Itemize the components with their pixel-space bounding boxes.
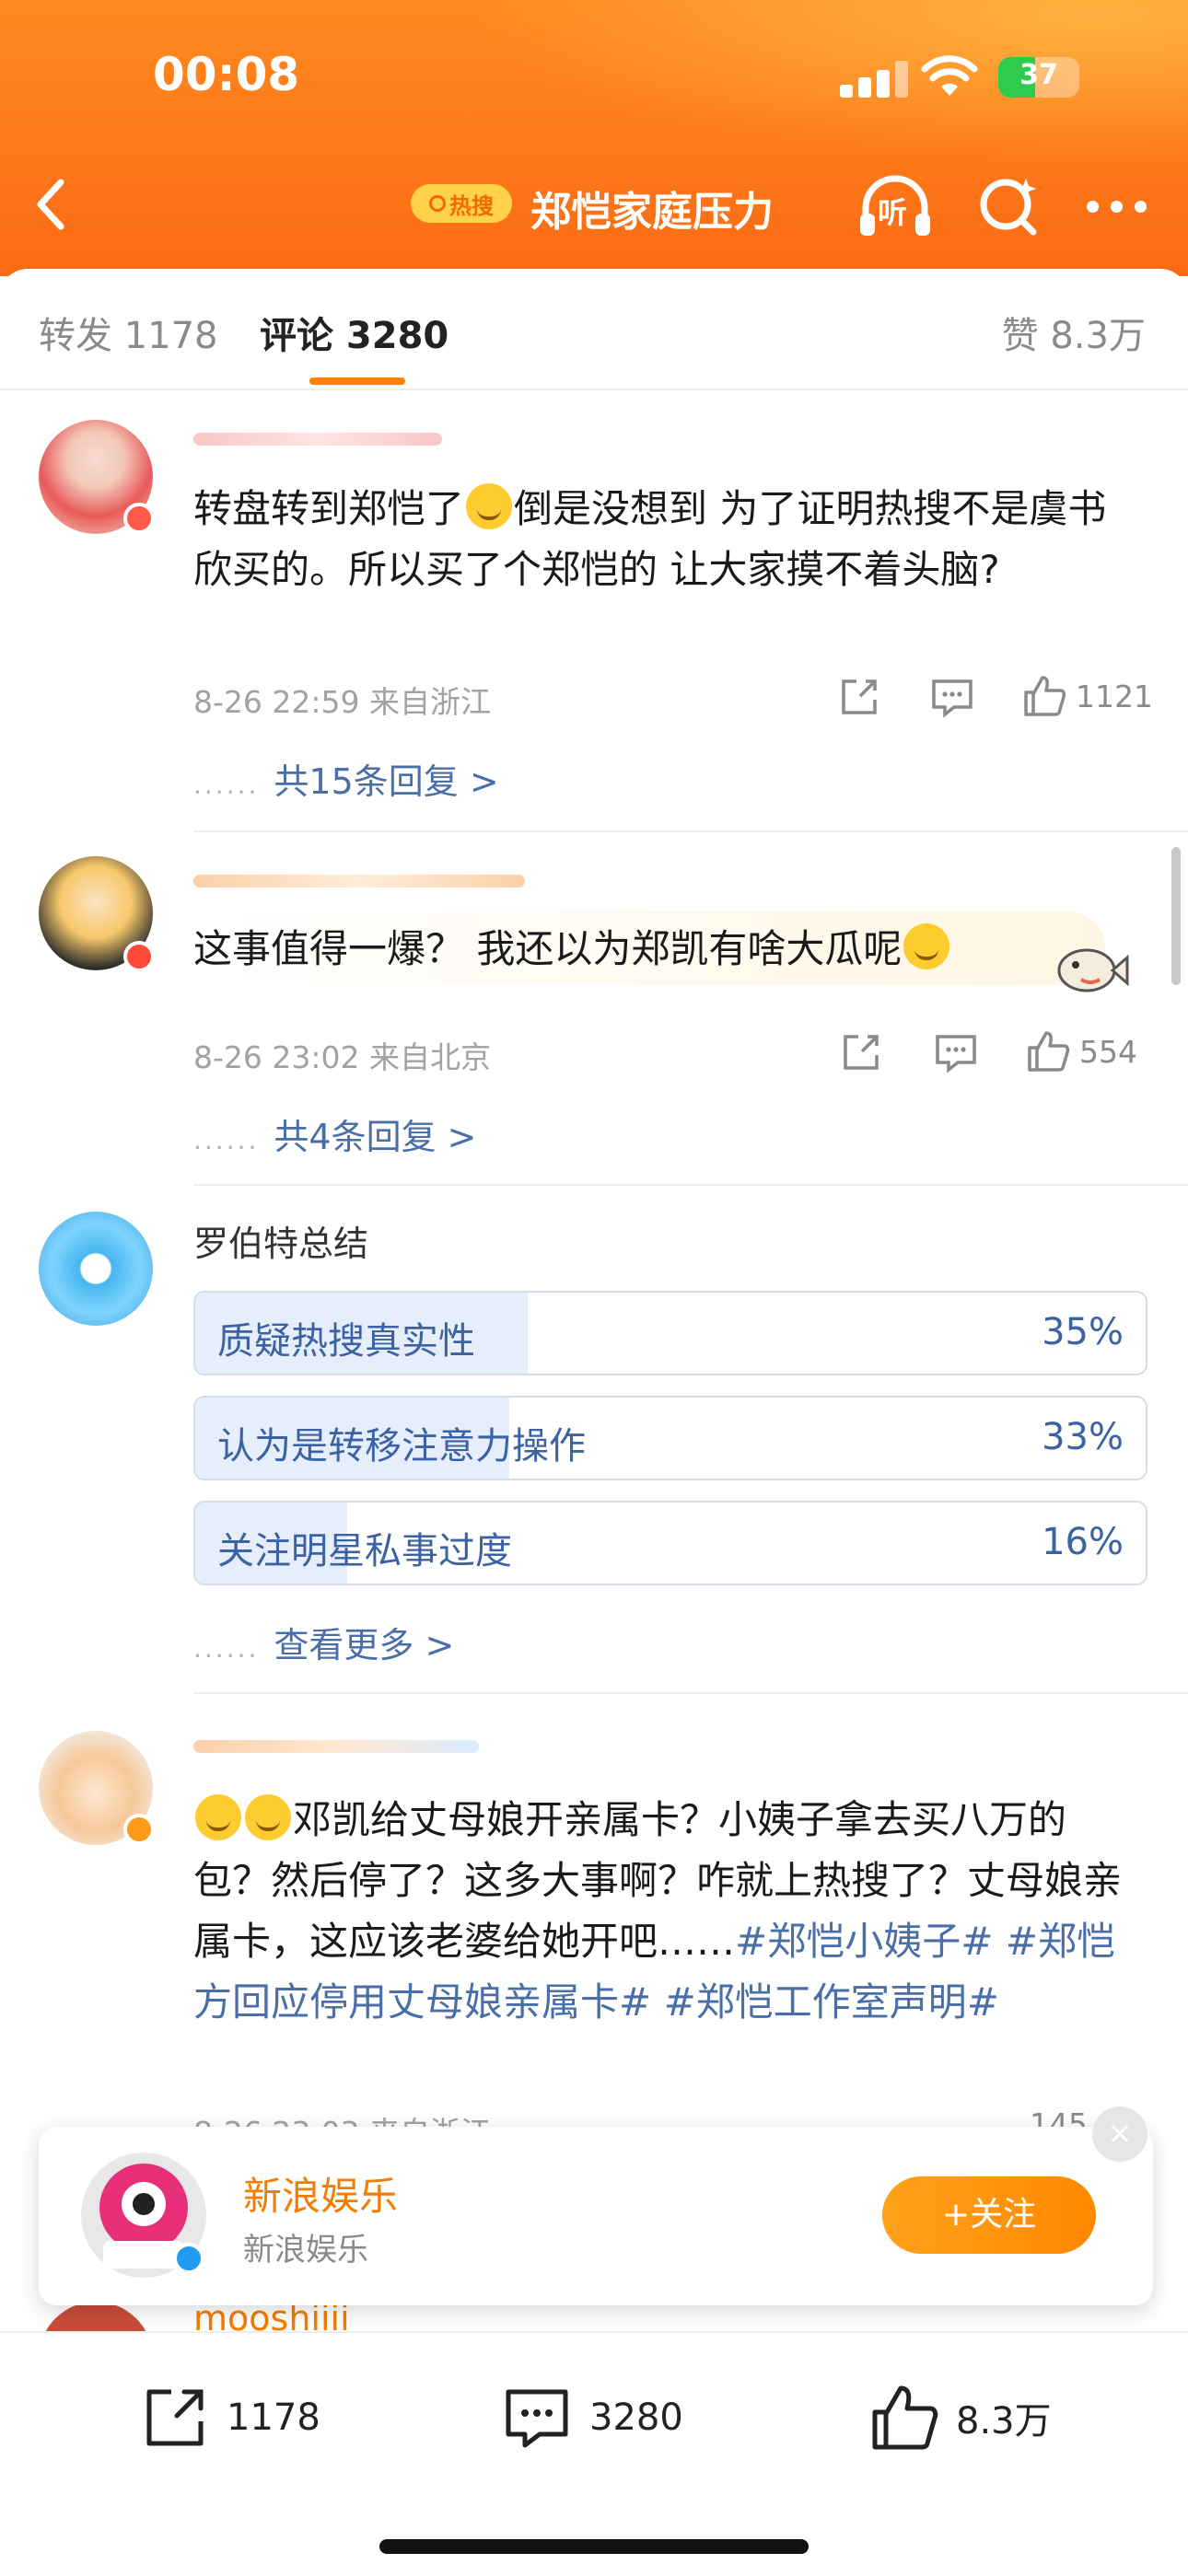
hot-search-label: 热搜 bbox=[449, 192, 494, 219]
username-blurred[interactable] bbox=[193, 1740, 479, 1753]
share-icon[interactable] bbox=[840, 1031, 882, 1073]
thumbs-up-icon bbox=[1028, 1031, 1070, 1072]
battery-icon: 37 bbox=[998, 57, 1079, 98]
back-arrow-icon[interactable] bbox=[33, 177, 70, 232]
comment-icon bbox=[506, 2389, 568, 2448]
tab-like[interactable]: 赞 8.3万 bbox=[1002, 306, 1146, 359]
tab-repost[interactable]: 转发 1178 bbox=[39, 306, 218, 359]
account-description: 新浪娱乐 bbox=[243, 2232, 368, 2269]
scrollbar[interactable] bbox=[1171, 847, 1181, 985]
comment-meta: 8-26 23:02 来自北京 bbox=[193, 1039, 491, 1075]
page-title: 郑恺家庭压力 bbox=[530, 189, 774, 236]
listen-label: 听 bbox=[878, 195, 908, 230]
divider bbox=[193, 1692, 1188, 1694]
comment-meta: 8-26 22:59 来自浙江 bbox=[193, 684, 491, 720]
username-blurred[interactable] bbox=[193, 875, 525, 888]
thumbs-up-icon bbox=[872, 2385, 938, 2450]
more-icon[interactable] bbox=[1087, 201, 1147, 214]
comment-text: 转盘转到郑恺了 倒是没想到 为了证明热搜不是虞书欣买的。所以买了个郑恺的 让大家摸… bbox=[193, 479, 1133, 600]
hot-search-badge: 热搜 bbox=[411, 184, 512, 223]
like-count: 554 bbox=[1079, 1033, 1137, 1070]
comment-button[interactable]: 3280 bbox=[501, 2383, 683, 2453]
view-more-link[interactable]: ...... 查看更多 > bbox=[193, 1617, 454, 1667]
follow-suggestion-card[interactable]: 新浪娱乐 新浪娱乐 +关注 bbox=[39, 2127, 1153, 2305]
thumbs-up-icon bbox=[1024, 676, 1066, 716]
laughing-emoji-icon bbox=[903, 923, 950, 969]
smile-emoji-icon bbox=[466, 483, 513, 529]
battery-level: 37 bbox=[1019, 59, 1058, 91]
tab-divider bbox=[0, 389, 1188, 390]
poll-option[interactable]: 质疑热搜真实性 35% bbox=[193, 1291, 1147, 1375]
status-time: 00:08 bbox=[153, 48, 300, 101]
home-indicator[interactable] bbox=[379, 2539, 809, 2554]
vip-badge bbox=[123, 941, 155, 972]
hashtag-link[interactable]: #郑恺工作室声明# bbox=[664, 1979, 999, 2025]
active-tab-indicator bbox=[309, 377, 405, 385]
repost-button[interactable]: 1178 bbox=[140, 2383, 320, 2453]
like-button[interactable]: 8.3万 bbox=[869, 2383, 1052, 2453]
follow-button[interactable]: +关注 bbox=[882, 2176, 1096, 2254]
comment-count: 3280 bbox=[589, 2396, 683, 2439]
comment-text: 这事值得一爆？ 我还以为郑凯有啥大瓜呢 bbox=[193, 919, 1133, 980]
like-count: 1121 bbox=[1076, 678, 1153, 714]
account-name: 新浪娱乐 bbox=[243, 2174, 399, 2219]
fish-sticker-icon bbox=[1057, 948, 1129, 992]
divider bbox=[193, 830, 1188, 832]
smile-emoji-icon bbox=[195, 1794, 241, 1840]
wifi-icon bbox=[921, 55, 978, 96]
view-replies-link[interactable]: ...... 共4条回复 > bbox=[193, 1108, 477, 1159]
poll-option[interactable]: 认为是转移注意力操作 33% bbox=[193, 1396, 1147, 1480]
username-blurred[interactable] bbox=[193, 433, 442, 446]
like-count: 8.3万 bbox=[956, 2400, 1052, 2443]
divider bbox=[193, 1184, 1188, 1186]
search-icon bbox=[429, 195, 446, 212]
verified-badge bbox=[173, 2243, 204, 2274]
verified-badge bbox=[123, 1814, 155, 1845]
comment-icon[interactable] bbox=[930, 676, 974, 718]
view-replies-link[interactable]: ...... 共15条回复 > bbox=[193, 753, 499, 804]
like-button[interactable]: 554 bbox=[1026, 1029, 1137, 1073]
like-button[interactable]: 1121 bbox=[1022, 674, 1153, 718]
repost-count: 1178 bbox=[227, 2396, 320, 2439]
verified-badge bbox=[123, 503, 155, 534]
share-icon bbox=[146, 2389, 204, 2446]
poll-author[interactable]: 罗伯特总结 bbox=[193, 1215, 368, 1266]
hashtag-link[interactable]: #郑恺小姨子# bbox=[735, 1919, 993, 1964]
comment-icon[interactable] bbox=[934, 1031, 978, 1073]
share-icon[interactable] bbox=[838, 676, 880, 718]
cellular-signal-icon bbox=[840, 61, 908, 98]
poll-option[interactable]: 关注明星私事过度 16% bbox=[193, 1501, 1147, 1585]
tab-comment[interactable]: 评论 3280 bbox=[260, 306, 448, 359]
close-icon[interactable]: × bbox=[1092, 2106, 1147, 2162]
smile-emoji-icon bbox=[245, 1794, 291, 1840]
top-header: 00:08 37 热搜 郑恺家庭压力 听 bbox=[0, 0, 1188, 276]
comment-text: 邓凯给丈母娘开亲属卡？小姨子拿去买八万的包？然后停了？这多大事啊？咋就上热搜了？… bbox=[193, 1790, 1133, 2033]
ai-search-icon[interactable] bbox=[978, 175, 1039, 236]
robot-avatar[interactable] bbox=[39, 1212, 153, 1326]
